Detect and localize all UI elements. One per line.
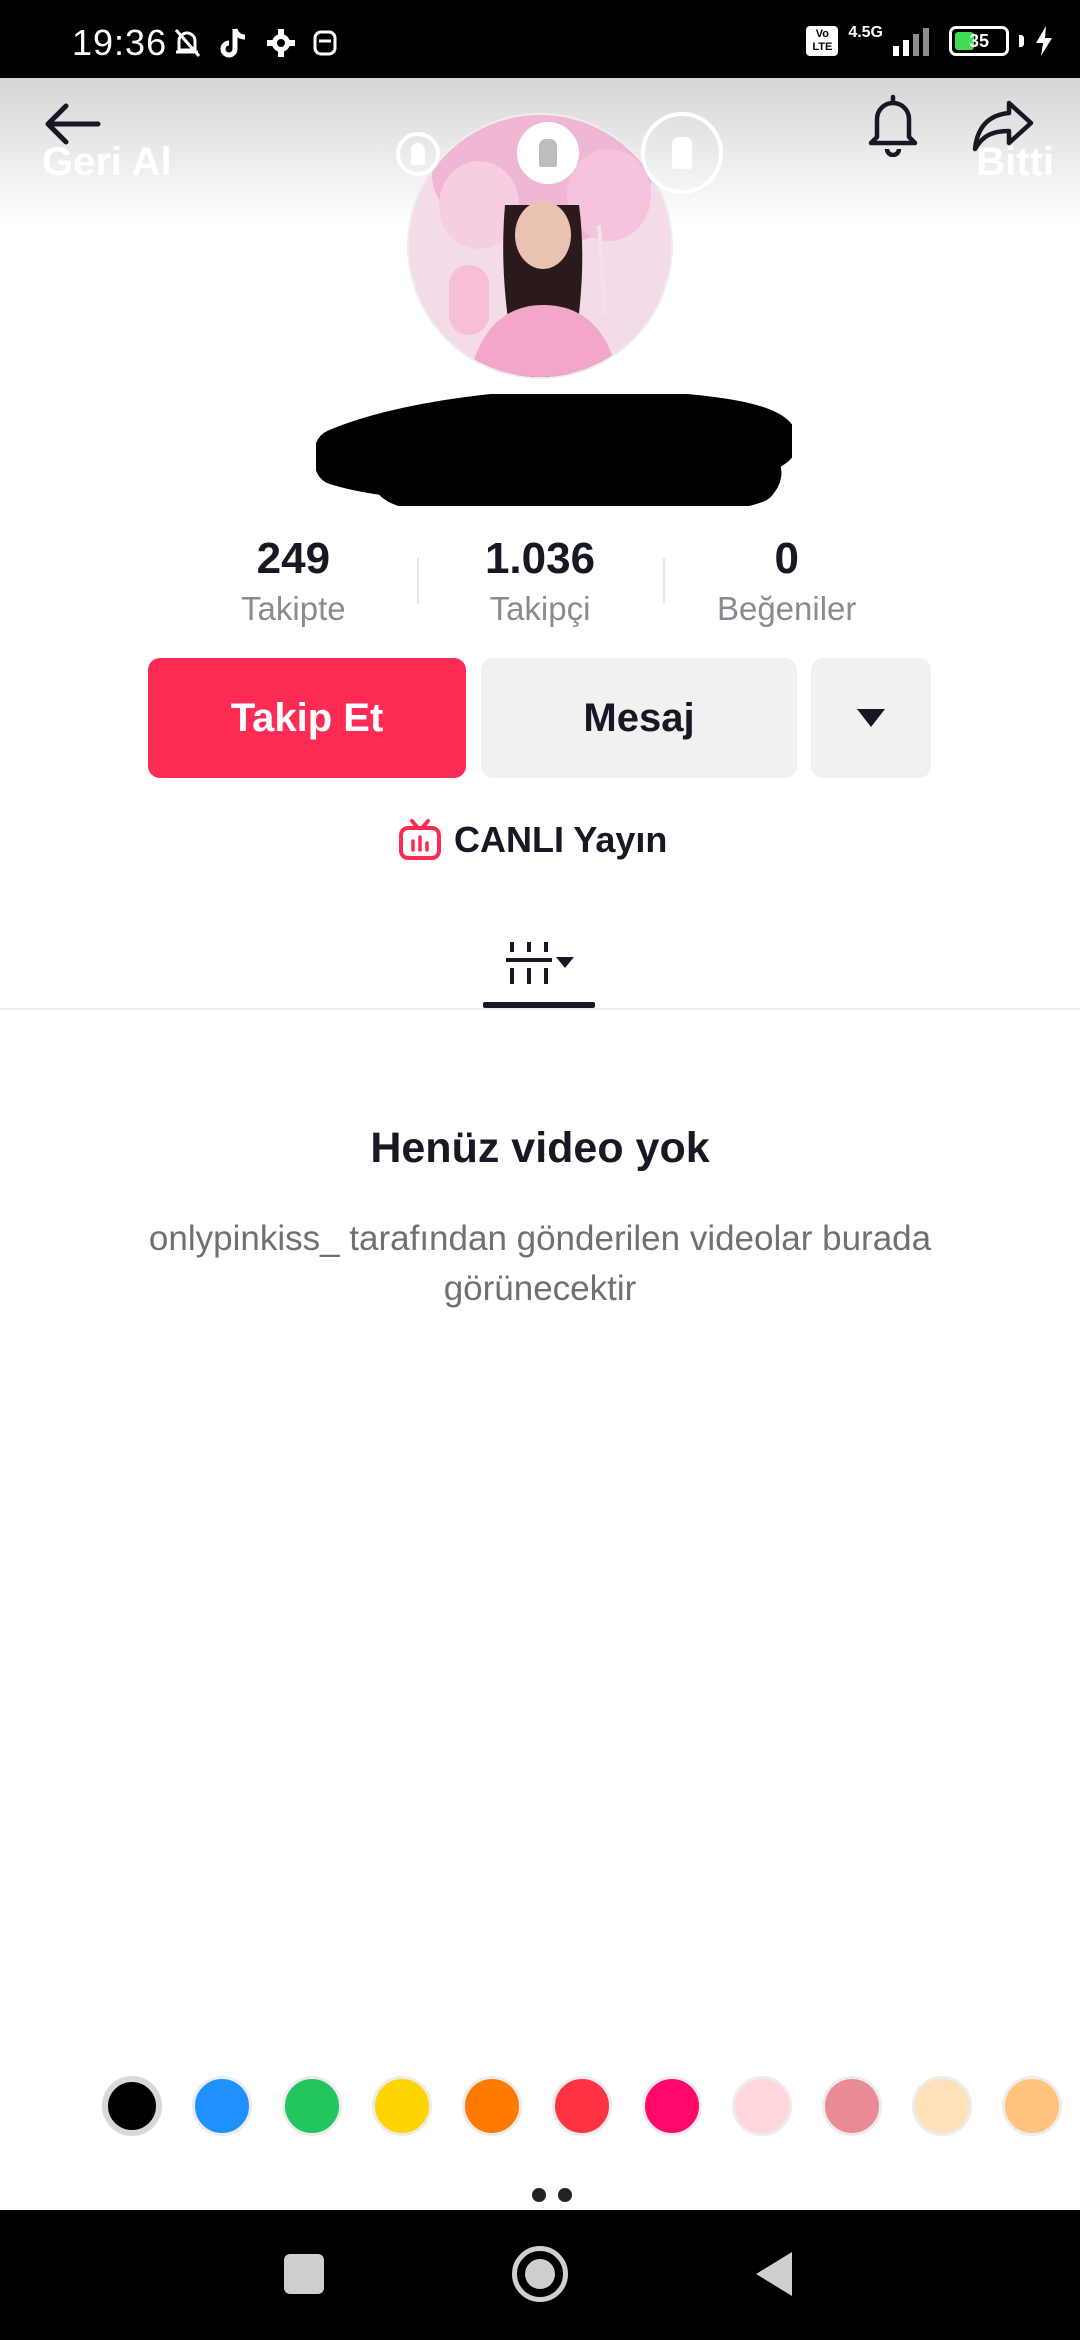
brush-size-medium[interactable] (517, 122, 579, 184)
volte-badge: Vo LTE (806, 26, 839, 56)
color-swatch[interactable] (552, 2076, 612, 2136)
message-button[interactable]: Mesaj (481, 658, 797, 778)
caret-down-icon (857, 709, 885, 727)
brush-tip-icon (539, 139, 557, 167)
follow-button[interactable]: Takip Et (148, 658, 466, 778)
color-swatch[interactable] (642, 2076, 702, 2136)
status-notification-icons (170, 26, 338, 60)
live-link[interactable]: CANLI Yayın (398, 812, 667, 868)
tab-divider (0, 1008, 1080, 1010)
network-type: 4.5G (848, 24, 883, 41)
username-redaction-scribble (316, 394, 792, 506)
vpn-icon (313, 30, 337, 56)
status-time: 19:36 (72, 22, 168, 63)
live-label: CANLI Yayın (454, 819, 668, 860)
recents-button[interactable] (284, 2254, 324, 2294)
charging-bolt-icon (1036, 26, 1052, 56)
color-swatch[interactable] (102, 2076, 162, 2136)
live-tv-icon (399, 819, 441, 860)
color-swatch[interactable] (282, 2076, 342, 2136)
brush-tip-icon (672, 137, 692, 169)
pager-dot (532, 2188, 546, 2202)
color-swatch[interactable] (462, 2076, 522, 2136)
brush-size-small[interactable] (396, 132, 440, 176)
stat-likes[interactable]: 0 Beğeniler (663, 532, 910, 632)
profile-stats: 249 Takipte 1.036 Takipçi 0 Beğeniler (170, 532, 910, 632)
color-swatch[interactable] (1002, 2076, 1062, 2136)
color-swatch[interactable] (192, 2076, 252, 2136)
undo-button[interactable]: Geri Al (42, 140, 172, 185)
signal-strength-icon (893, 28, 929, 56)
status-system-icons: Vo LTE 4.5G 35 (806, 24, 1054, 56)
battery-tip (1019, 35, 1024, 47)
brush-size-large[interactable] (641, 112, 723, 194)
stat-followers-value: 1.036 (484, 534, 596, 583)
stat-following-value: 249 (256, 534, 331, 583)
pager-dot (558, 2188, 572, 2202)
done-button[interactable]: Bitti (976, 140, 1054, 185)
home-button[interactable] (512, 2246, 568, 2302)
notifications-muted-icon (174, 29, 201, 57)
color-swatch[interactable] (912, 2076, 972, 2136)
notifications-button[interactable] (862, 90, 924, 160)
battery-percent: 35 (968, 30, 990, 51)
stat-followers[interactable]: 1.036 Takipçi (416, 532, 664, 632)
color-swatch[interactable] (732, 2076, 792, 2136)
empty-state-description: onlypinkiss_ tarafından gönderilen video… (148, 1219, 932, 1308)
stat-following[interactable]: 249 Takipte (170, 532, 417, 632)
bell-icon (868, 94, 918, 157)
stat-likes-label: Beğeniler (716, 590, 857, 627)
caret-down-icon (556, 957, 574, 968)
stat-likes-value: 0 (774, 534, 799, 583)
stat-followers-label: Takipçi (489, 590, 591, 627)
color-swatch[interactable] (822, 2076, 882, 2136)
color-swatch[interactable] (372, 2076, 432, 2136)
settings-gear-icon (267, 29, 295, 57)
status-bar: 19:36 Vo LTE 4.5G 35 (0, 0, 1080, 78)
suggested-accounts-button[interactable] (811, 658, 931, 778)
video-grid-icon (506, 942, 552, 984)
home-dot-icon (525, 2259, 555, 2289)
tiktok-icon (220, 28, 246, 58)
brush-tip-icon (411, 143, 425, 165)
color-palette (102, 2076, 1062, 2136)
stat-following-label: Takipte (241, 590, 346, 627)
empty-state-title: Henüz video yok (370, 1124, 710, 1172)
palette-pager (532, 2188, 572, 2202)
battery-icon: 35 (949, 26, 1009, 56)
tab-videos[interactable] (484, 916, 596, 1010)
system-back-button[interactable] (756, 2252, 792, 2296)
